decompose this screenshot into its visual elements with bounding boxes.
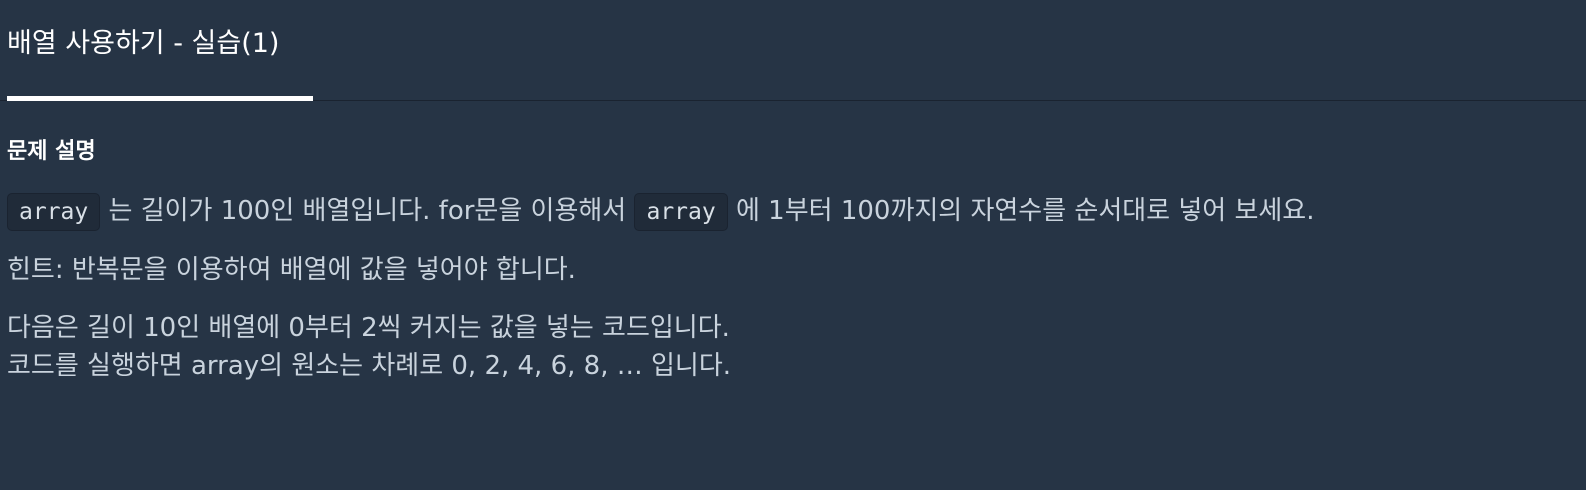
tab-bar: 배열 사용하기 - 실습(1) <box>0 0 1586 101</box>
statement-text: 에 1부터 100까지의 자연수를 순서대로 넣어 보세요. <box>727 196 1315 226</box>
tab-title: 배열 사용하기 - 실습(1) <box>7 28 280 59</box>
problem-description: 문제 설명 array 는 길이가 100인 배열입니다. for문을 이용해서… <box>7 132 1567 385</box>
section-heading: 문제 설명 <box>7 139 96 164</box>
active-tab-indicator <box>7 96 313 101</box>
example-text: 다음은 길이 10인 배열에 0부터 2씩 커지는 값을 넣는 코드입니다. <box>7 312 730 343</box>
hint-text: 힌트: 반복문을 이용하여 배열에 값을 넣어야 합니다. <box>7 254 576 285</box>
statement-text: 는 길이가 100인 배열입니다. for문을 이용해서 <box>100 196 635 226</box>
inline-code: array <box>634 192 728 231</box>
inline-code: array <box>7 192 101 231</box>
example-text: 코드를 실행하면 array의 원소는 차례로 0, 2, 4, 6, 8, …… <box>7 350 732 381</box>
tab-problem[interactable]: 배열 사용하기 - 실습(1) <box>7 0 313 101</box>
problem-statement: array 는 길이가 100인 배열입니다. for문을 이용해서 array… <box>7 192 1567 231</box>
